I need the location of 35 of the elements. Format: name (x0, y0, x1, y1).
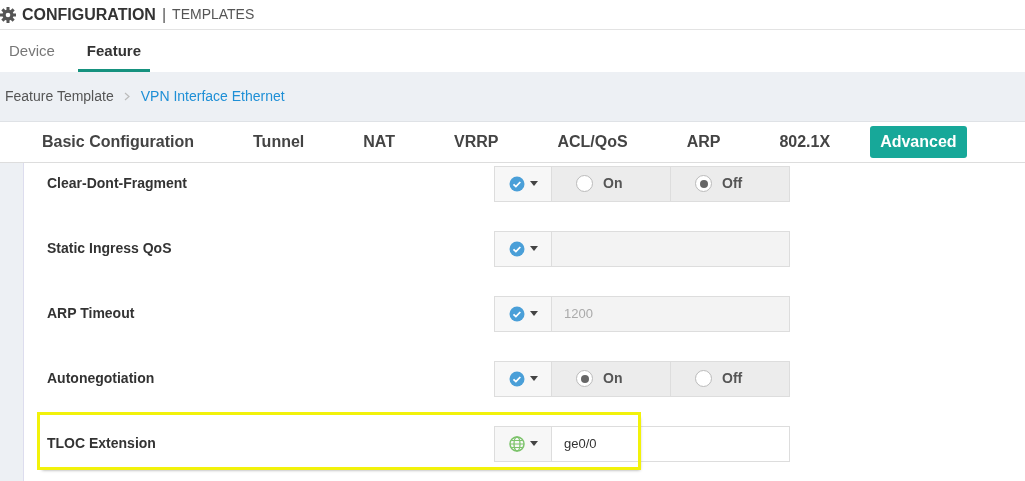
field-label: Clear-Dont-Fragment (46, 174, 188, 193)
section-tab[interactable]: ACL/QoS (547, 126, 638, 158)
scope-dropdown[interactable] (494, 360, 552, 397)
caret-icon (529, 311, 538, 316)
scope-dropdown[interactable] (494, 295, 552, 332)
radio-option[interactable]: On (552, 166, 671, 201)
section-tab[interactable]: ARP (676, 126, 731, 158)
radio-option[interactable]: On (552, 361, 671, 396)
section-tab[interactable]: VRRP (443, 126, 509, 158)
scope-dropdown[interactable] (494, 425, 552, 462)
section-tab[interactable]: Basic Configuration (32, 126, 204, 158)
radio-option[interactable]: Off (671, 361, 789, 396)
breadcrumb-link[interactable]: Feature Template (5, 86, 114, 107)
caret-icon (529, 246, 538, 251)
section-tab[interactable]: Tunnel (243, 126, 315, 158)
page-subtitle: TEMPLATES (172, 5, 255, 24)
page-title: CONFIGURATION (22, 4, 156, 25)
input-field[interactable]: ge0/0 (552, 426, 789, 461)
scope-dropdown[interactable] (494, 230, 552, 267)
field-label: Autonegotiation (46, 369, 156, 388)
chevron-icon (123, 92, 131, 101)
caret-icon (529, 441, 538, 446)
tab[interactable]: Device (0, 30, 64, 72)
section-tab[interactable]: NAT (353, 126, 405, 158)
field-label: TLOC Extension (46, 434, 157, 453)
input-field[interactable]: 1200 (552, 296, 789, 331)
radio-option[interactable]: Off (671, 166, 789, 201)
caret-icon (529, 376, 538, 381)
section-tab[interactable]: 802.1X (769, 126, 841, 158)
title-separator: | (161, 4, 167, 25)
caret-icon (529, 181, 538, 186)
gear-icon (0, 6, 16, 23)
field-label: ARP Timeout (46, 304, 136, 323)
scope-dropdown[interactable] (494, 165, 552, 202)
field-label: Static Ingress QoS (46, 239, 173, 258)
